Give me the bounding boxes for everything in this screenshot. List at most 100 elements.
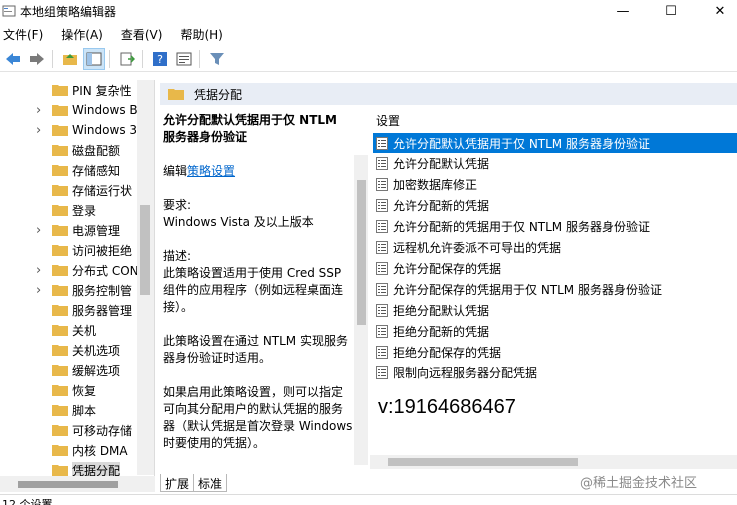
setting-label: 允许分配保存的凭据 [393,261,502,276]
expand-chevron-icon[interactable]: › [36,223,44,238]
tree-item[interactable]: 登录 [0,200,140,220]
tree-item[interactable]: 存储感知 [0,160,140,180]
folder-icon [52,385,68,396]
setting-label: 加密数据库修正 [393,178,478,193]
tree-item[interactable]: 磁盘配额 [0,140,140,160]
expand-chevron-icon[interactable]: › [36,123,44,138]
folder-icon [52,85,68,96]
folder-icon [52,165,68,176]
tree-item[interactable]: 访问被拒绝 [0,240,140,260]
edit-policy-line: 编辑策略设置 [163,163,353,180]
description-scroll-thumb[interactable] [357,180,366,325]
filter-button[interactable] [206,48,228,70]
setting-row[interactable]: 允许分配新的凭据 [373,196,737,216]
policy-setting-icon [376,324,388,338]
forward-button[interactable] [26,48,48,70]
setting-label: 拒绝分配默认凭据 [393,303,490,318]
toolbar-separator [109,49,110,68]
policy-setting-icon [376,366,388,380]
folder-icon [52,205,68,216]
setting-row[interactable]: 拒绝分配保存的凭据 [373,342,737,362]
window-title: 本地组策略编辑器 [20,4,117,19]
tab-extended[interactable]: 扩展 [160,474,195,492]
expand-chevron-icon[interactable]: › [36,283,44,298]
tree-item-label: 服务器管理 [72,303,133,318]
policy-setting-icon [376,261,388,275]
folder-icon [52,345,68,356]
setting-label: 允许分配保存的凭据用于仅 NTLM 服务器身份验证 [393,282,662,297]
tree-item[interactable]: › 分布式 CON [0,260,140,280]
tree-item[interactable]: › Windows B [0,100,140,120]
setting-row[interactable]: 允许分配默认凭据用于仅 NTLM 服务器身份验证 [373,133,737,153]
tree-item[interactable]: 缓解选项 [0,360,140,380]
tree-item[interactable]: › 服务控制管 [0,280,140,300]
app-icon [2,5,16,17]
up-folder-button[interactable] [59,48,81,70]
tree-item[interactable]: 关机 [0,320,140,340]
menu-action[interactable]: 操作(A) [58,24,108,44]
description-text-3: 如果启用此策略设置，则可以指定可向其分配用户的默认凭据的服务器（默认凭据是首次登… [163,385,353,450]
tree-item[interactable]: 脚本 [0,400,140,420]
setting-row[interactable]: 加密数据库修正 [373,175,737,195]
tree-item[interactable]: › Windows 3 [0,120,140,140]
tree-item-label: 可移动存储 [72,423,133,438]
folder-icon [52,445,68,456]
back-arrow-icon [6,52,20,65]
minimize-button[interactable]: — [600,0,646,22]
requirements-value: Windows Vista 及以上版本 [163,215,314,229]
tree-item[interactable]: 关机选项 [0,340,140,360]
setting-row[interactable]: 限制向远程服务器分配凭据 [373,363,737,383]
toolbar-separator [199,49,200,68]
tree-item-label: 分布式 CON [72,263,139,278]
show-hide-tree-button[interactable] [83,47,105,70]
menu-help[interactable]: 帮助(H) [177,24,227,44]
tree-item-label: 存储运行状 [72,183,133,198]
close-button[interactable]: ✕ [697,0,737,22]
tree-item[interactable]: 可移动存储 [0,420,140,440]
setting-row[interactable]: 允许分配保存的凭据用于仅 NTLM 服务器身份验证 [373,279,737,299]
tab-standard[interactable]: 标准 [193,474,228,492]
tree-item-label: Windows 3 [72,123,138,137]
expand-chevron-icon[interactable]: › [36,263,44,278]
requirements-label: 要求: [163,198,192,212]
folder-icon [52,305,68,316]
tree-item[interactable]: 存储运行状 [0,180,140,200]
setting-row[interactable]: 允许分配新的凭据用于仅 NTLM 服务器身份验证 [373,217,737,237]
properties-button[interactable] [173,48,195,70]
toolbar: ? [0,46,737,72]
tree-item[interactable]: › 电源管理 [0,220,140,240]
export-list-button[interactable] [116,48,138,70]
tree-hscroll-thumb[interactable] [18,481,118,488]
expand-chevron-icon[interactable]: › [36,103,44,118]
back-button[interactable] [2,48,24,70]
tree-item[interactable]: 服务器管理 [0,300,140,320]
svg-text:?: ? [157,53,163,66]
view-tabs: 扩展 标准 [160,474,228,492]
menu-file[interactable]: 文件(F) [0,24,48,44]
tree-scroll-thumb[interactable] [140,205,150,295]
folder-icon [168,89,184,100]
policy-title: 允许分配默认凭据用于仅 NTLM 服务器身份验证 [163,113,337,144]
category-title: 凭据分配 [194,87,243,102]
setting-row[interactable]: 拒绝分配新的凭据 [373,321,737,341]
tree-pane-icon [86,52,102,65]
overlay-text: v:19164686467 [378,396,516,418]
tree-item[interactable]: PIN 复杂性 [0,80,140,100]
setting-row[interactable]: 允许分配默认凭据 [373,154,737,174]
menu-view[interactable]: 查看(V) [118,24,168,44]
requirements: 要求: Windows Vista 及以上版本 [163,197,353,231]
folder-icon [52,365,68,376]
setting-row[interactable]: 远程机允许委派不可导出的凭据 [373,238,737,258]
setting-row[interactable]: 拒绝分配默认凭据 [373,300,737,320]
setting-row[interactable]: 允许分配保存的凭据 [373,258,737,278]
help-button[interactable]: ? [149,48,171,70]
tree-item-label: 内核 DMA [72,443,128,458]
settings-column-header[interactable]: 设置 [376,112,400,129]
tree-item[interactable]: 恢复 [0,380,140,400]
export-icon [120,52,135,65]
settings-hscroll-thumb[interactable] [388,458,578,466]
maximize-button[interactable]: ☐ [648,0,694,22]
tree-item-label: 关机选项 [72,343,121,358]
edit-policy-link[interactable]: 策略设置 [187,164,235,178]
tree-item[interactable]: 内核 DMA [0,440,140,460]
